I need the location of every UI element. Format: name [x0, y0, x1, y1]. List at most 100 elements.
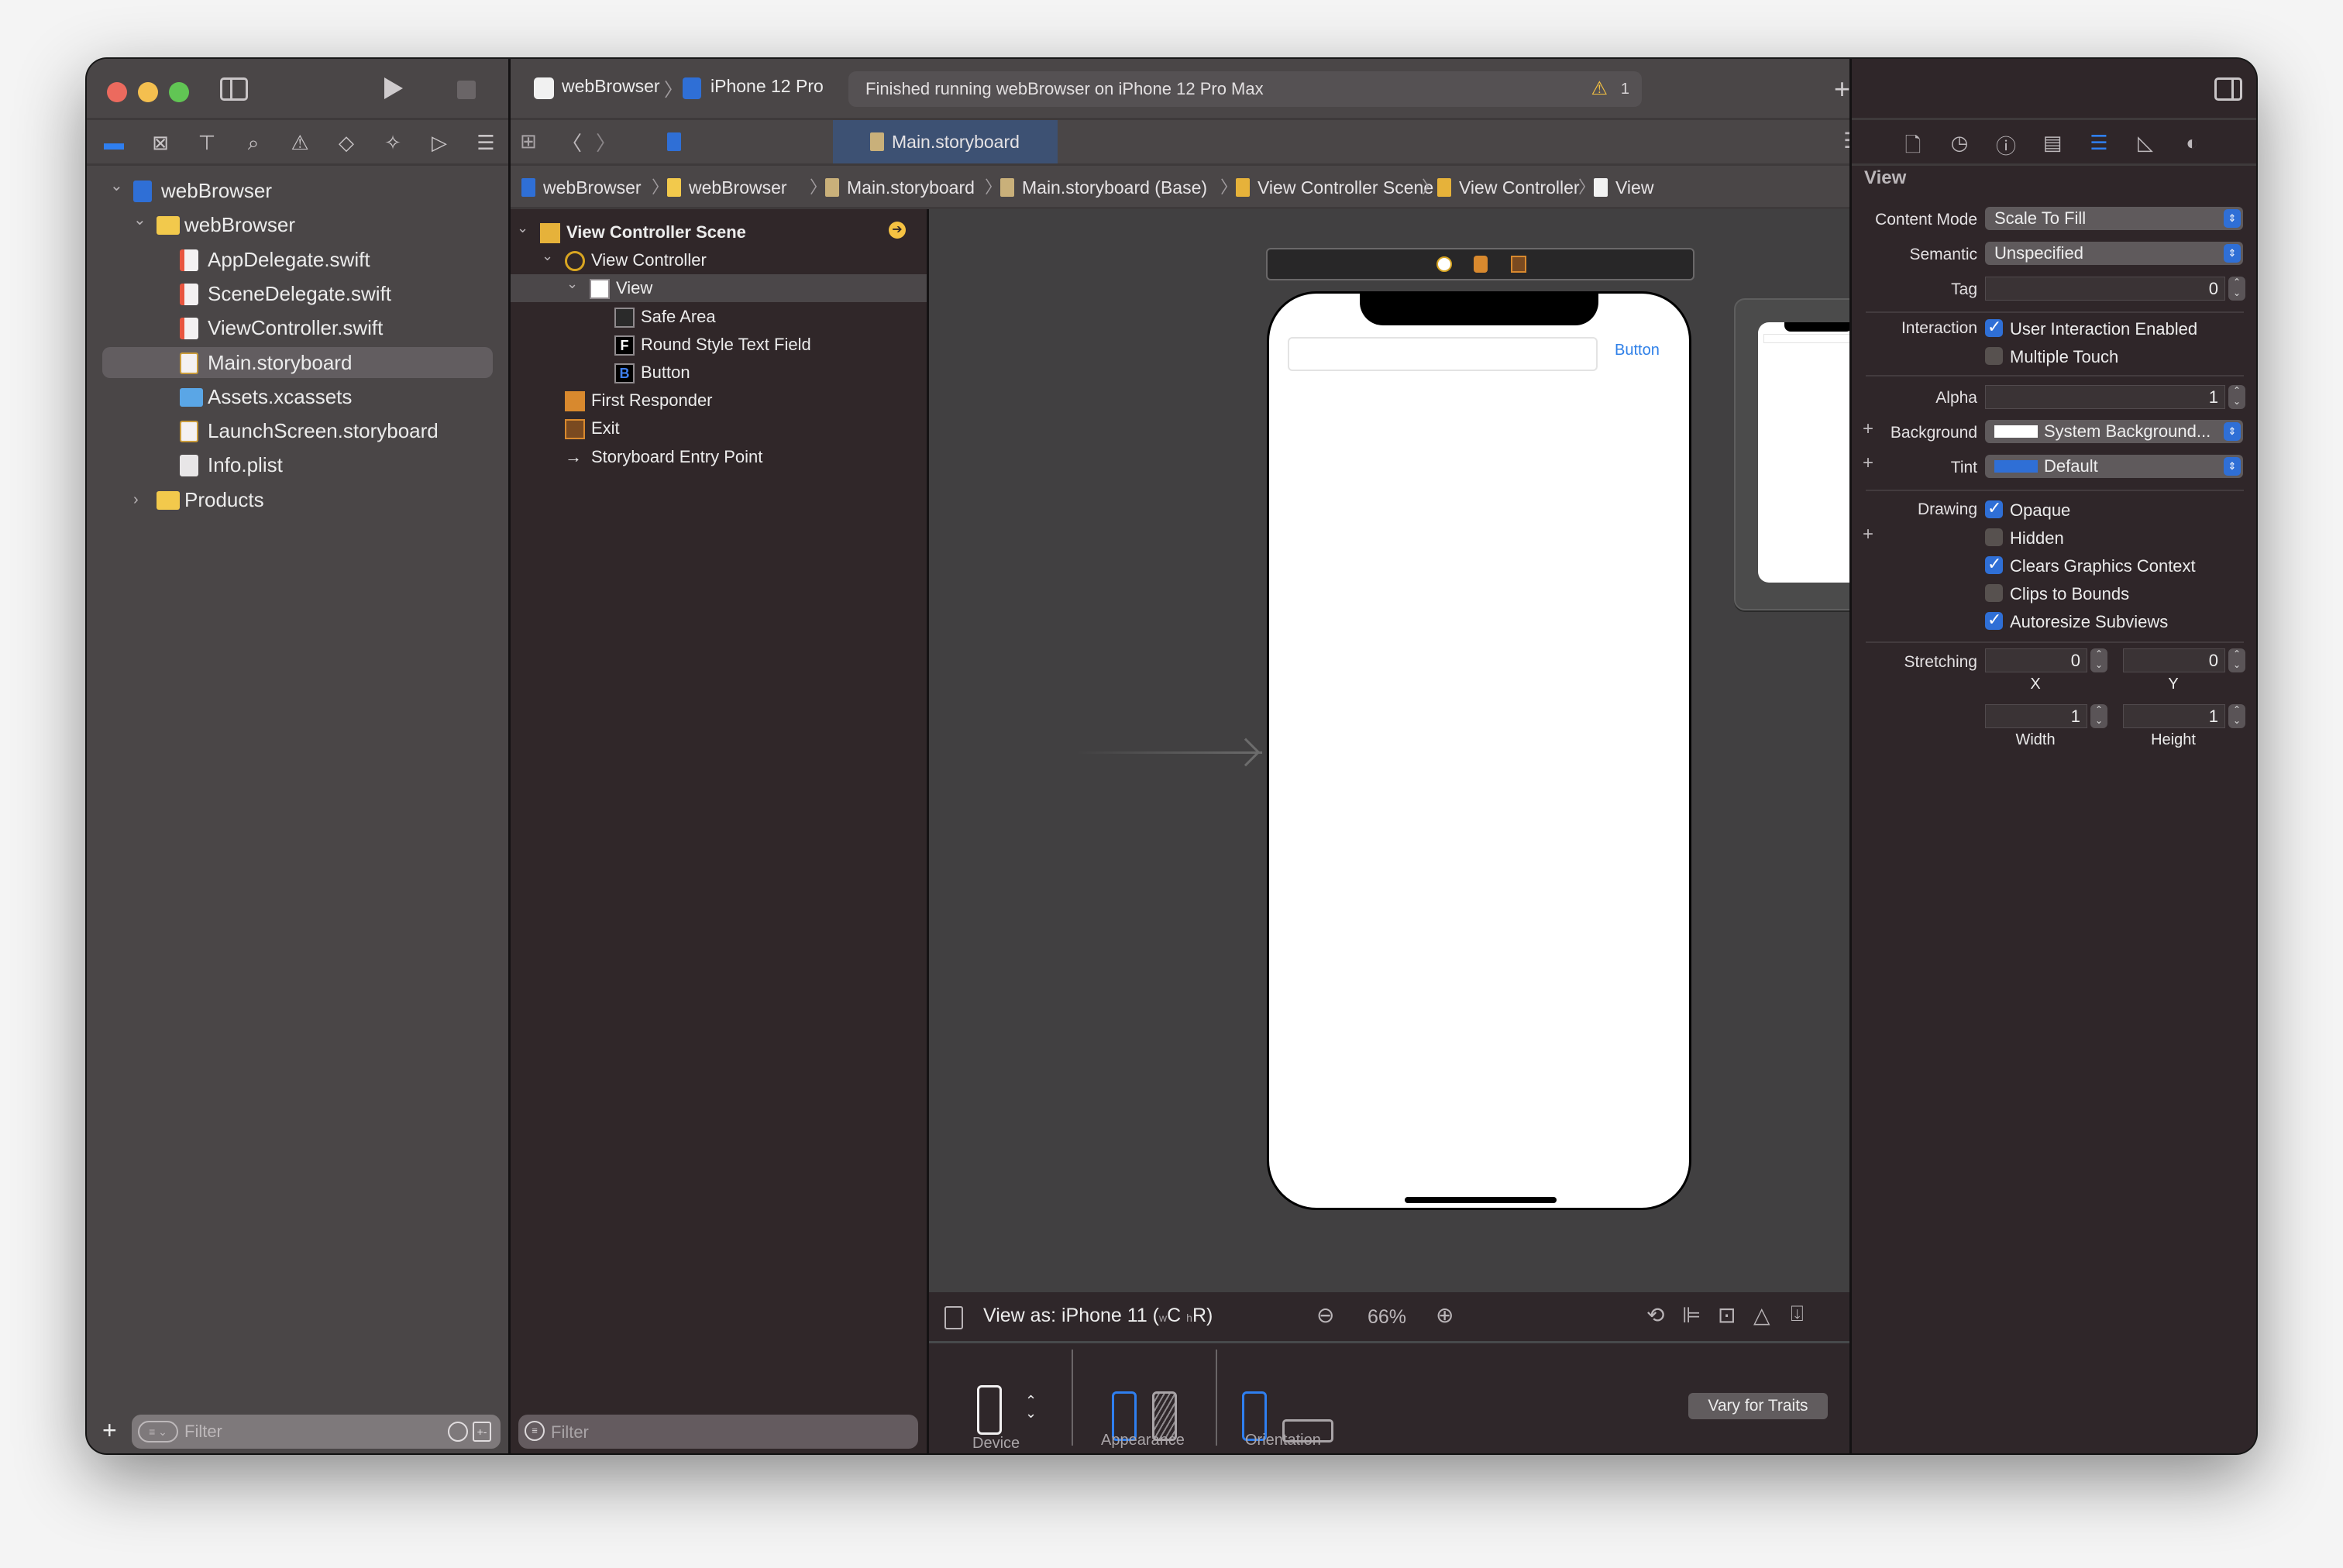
- filter-options-icon[interactable]: ≡ ⌄: [138, 1421, 178, 1442]
- back-chevron-icon[interactable]: 〈: [562, 128, 582, 156]
- align-icon[interactable]: ⊫: [1682, 1305, 1701, 1326]
- connections-inspector-icon[interactable]: ◐: [2180, 131, 2204, 155]
- vary-for-traits-button[interactable]: Vary for Traits: [1688, 1393, 1828, 1419]
- source-control-icon[interactable]: ⊠: [149, 131, 172, 154]
- navigator-item[interactable]: ViewController.swift: [87, 312, 508, 343]
- outline-item-first-responder[interactable]: First Responder: [511, 387, 927, 414]
- outline-item-safe-area[interactable]: Safe Area: [511, 303, 927, 331]
- resolve-autolayout-icon[interactable]: △: [1753, 1305, 1770, 1326]
- tab-xcodeproj[interactable]: webBrowser.xcodeproj: [627, 120, 828, 195]
- stretch-width-field[interactable]: 1: [1985, 704, 2087, 728]
- round-style-text-field[interactable]: [1288, 337, 1598, 371]
- user-interaction-checkbox[interactable]: [1985, 317, 2003, 337]
- minimize-button[interactable]: [138, 82, 158, 102]
- embed-in-icon[interactable]: ⍗: [1791, 1303, 1804, 1325]
- alpha-stepper[interactable]: ⌃ ⌄: [2228, 385, 2245, 409]
- navigator-filter-field[interactable]: ≡ ⌄ Filter +-: [132, 1415, 501, 1449]
- device-stepper-icon[interactable]: ⌃ ⌄: [1025, 1394, 1037, 1420]
- jumpbar-item-project[interactable]: webBrowser: [521, 166, 642, 209]
- close-button[interactable]: [107, 82, 127, 102]
- symbol-navigator-icon[interactable]: ⊤: [195, 131, 218, 154]
- run-icon[interactable]: [384, 77, 403, 99]
- zoom-out-icon[interactable]: ⊖: [1316, 1305, 1334, 1326]
- stretch-height-stepper[interactable]: ⌃ ⌄: [2228, 704, 2245, 728]
- navigator-item[interactable]: AppDelegate.swift: [87, 244, 508, 275]
- view-controller-icon[interactable]: [1436, 256, 1452, 272]
- outline-item-entry-point[interactable]: → Storyboard Entry Point: [511, 443, 927, 471]
- warning-icon[interactable]: ⚠: [1591, 71, 1608, 107]
- add-file-icon[interactable]: +: [102, 1416, 117, 1445]
- update-frames-icon[interactable]: ⟲: [1646, 1305, 1664, 1326]
- identity-inspector-icon[interactable]: ▤: [2041, 131, 2064, 155]
- stretch-height-field[interactable]: 1: [2123, 704, 2225, 728]
- stop-icon[interactable]: [457, 81, 476, 99]
- disclosure-collapsed-icon[interactable]: ›: [133, 484, 139, 515]
- disclosure-expanded-icon[interactable]: ⌄: [566, 270, 578, 297]
- tag-field[interactable]: 0: [1985, 277, 2225, 301]
- outline-item-view[interactable]: ⌄ View: [511, 274, 927, 303]
- multiple-touch-checkbox[interactable]: [1985, 347, 2003, 365]
- disclosure-expanded-icon[interactable]: ⌄: [517, 214, 528, 242]
- alpha-field[interactable]: 1: [1985, 385, 2225, 409]
- disclosure-expanded-icon[interactable]: ⌄: [542, 242, 553, 270]
- first-responder-icon[interactable]: [1474, 256, 1488, 273]
- add-hidden-variation-icon[interactable]: +: [1863, 524, 1873, 545]
- find-navigator-icon[interactable]: ⌕: [242, 131, 265, 154]
- navigator-item[interactable]: ⌄ webBrowser: [87, 209, 508, 240]
- recent-files-clock-icon[interactable]: [448, 1422, 468, 1442]
- library-add-icon[interactable]: +: [1834, 73, 1850, 105]
- outline-item-button[interactable]: B Button: [511, 359, 927, 387]
- test-navigator-icon[interactable]: ◇: [335, 131, 358, 154]
- jumpbar-item-storyboard[interactable]: Main.storyboard: [825, 166, 975, 209]
- semantic-popup[interactable]: Unspecified ⇕: [1985, 242, 2243, 265]
- history-inspector-icon[interactable]: ◷: [1948, 131, 1971, 155]
- outline-item-exit[interactable]: Exit: [511, 414, 927, 442]
- view-controller-view[interactable]: Button: [1267, 291, 1691, 1210]
- tint-popup[interactable]: Default ⇕: [1985, 455, 2243, 478]
- breakpoint-navigator-icon[interactable]: ▷: [428, 131, 451, 154]
- exit-icon[interactable]: [1511, 256, 1526, 273]
- background-popup[interactable]: System Background... ⇕: [1985, 420, 2243, 443]
- stretch-x-field[interactable]: 0: [1985, 648, 2087, 672]
- navigator-item[interactable]: › Products: [87, 484, 508, 515]
- stretch-x-stepper[interactable]: ⌃ ⌄: [2090, 648, 2107, 672]
- source-control-filter-icon[interactable]: +-: [473, 1422, 491, 1442]
- outline-item-scene[interactable]: ⌄ View Controller Scene: [511, 218, 927, 246]
- stretch-width-stepper[interactable]: ⌃ ⌄: [2090, 704, 2107, 728]
- jumpbar-item-scene[interactable]: View Controller Scene: [1236, 166, 1433, 209]
- zoom-in-icon[interactable]: ⊕: [1436, 1305, 1454, 1326]
- navigator-item[interactable]: ⌄ webBrowser: [87, 175, 508, 206]
- destination-selector[interactable]: iPhone 12 Pro: [710, 76, 824, 97]
- warning-count[interactable]: 1: [1621, 71, 1629, 107]
- jumpbar-item-view[interactable]: View: [1594, 166, 1653, 209]
- opaque-checkbox[interactable]: [1985, 498, 2003, 518]
- related-items-grid-icon[interactable]: ⊞: [520, 129, 537, 153]
- outline-item-text-field[interactable]: F Round Style Text Field: [511, 331, 927, 359]
- file-inspector-icon[interactable]: 🗋: [1901, 131, 1925, 165]
- tag-stepper[interactable]: ⌃ ⌄: [2228, 277, 2245, 301]
- attributes-inspector-icon[interactable]: ☰: [2087, 131, 2111, 155]
- clips-to-bounds-checkbox[interactable]: [1985, 584, 2003, 602]
- project-navigator-folder-icon[interactable]: ▬: [102, 131, 126, 154]
- tab-main-storyboard[interactable]: Main.storyboard: [833, 120, 1058, 163]
- canvas-button[interactable]: Button: [1615, 342, 1660, 359]
- jumpbar-item-folder[interactable]: webBrowser: [667, 166, 787, 209]
- navigator-item[interactable]: SceneDelegate.swift: [87, 278, 508, 309]
- view-as-label[interactable]: View as: iPhone 11 (wC hR): [983, 1305, 1213, 1327]
- scheme-selector[interactable]: webBrowser: [562, 76, 660, 97]
- navigator-item[interactable]: Info.plist: [87, 449, 508, 480]
- outline-filter-field[interactable]: ≡ Filter: [518, 1415, 918, 1449]
- device-phone-icon[interactable]: [977, 1385, 1002, 1435]
- debug-navigator-icon[interactable]: ✧: [381, 131, 404, 154]
- autoresize-subviews-checkbox[interactable]: [1985, 610, 2003, 630]
- clears-graphics-context-checkbox[interactable]: [1985, 554, 2003, 574]
- stretch-y-stepper[interactable]: ⌃ ⌄: [2228, 648, 2245, 672]
- quick-help-icon[interactable]: ⓘ: [1994, 131, 2018, 160]
- disclosure-expanded-icon[interactable]: ⌄: [133, 205, 146, 236]
- navigator-item[interactable]: LaunchScreen.storyboard: [87, 415, 508, 446]
- zoom-button[interactable]: [169, 82, 189, 102]
- disclosure-expanded-icon[interactable]: ⌄: [110, 170, 123, 201]
- inspector-toggle-icon[interactable]: [2214, 77, 2242, 101]
- report-navigator-icon[interactable]: ☰: [474, 131, 497, 154]
- sidebar-toggle-icon[interactable]: [220, 77, 248, 101]
